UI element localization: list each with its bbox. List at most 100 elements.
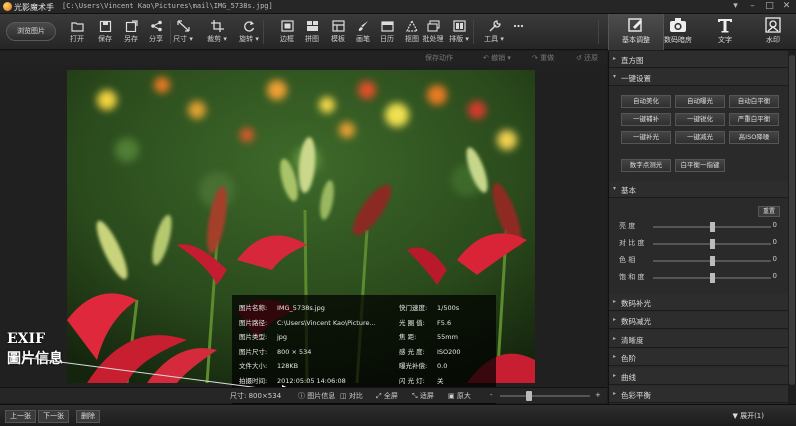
undo-button[interactable]: ↶ 撤销 ▾ <box>483 53 511 63</box>
panel-scrollbar[interactable] <box>788 51 796 404</box>
minimize-icon[interactable]: – <box>747 1 758 12</box>
tab-watermark[interactable]: 水印 <box>745 14 796 50</box>
collage-icon <box>306 21 318 31</box>
section-basic[interactable]: ▾ 基本 <box>609 181 789 198</box>
slider-track[interactable] <box>653 256 771 266</box>
camera-icon <box>670 18 686 32</box>
oneclick-button[interactable]: 自动美化 <box>621 95 671 108</box>
oneclick-button[interactable]: 自动曝光 <box>675 95 725 108</box>
crop-tool-button[interactable]: 裁剪 ▾ <box>204 17 230 47</box>
zoom-in-button[interactable]: + <box>595 391 601 399</box>
browse-images-button[interactable]: 浏览图片 <box>6 22 56 41</box>
adjust-slider-row: 色 相 0 <box>609 253 789 269</box>
window-controls: ▾ – □ ✕ <box>730 1 792 12</box>
title-bar: 光影魔术手 [C:\Users\Vincent Kao\Pictures\mai… <box>0 0 796 14</box>
fit-screen-button[interactable]: ⤡ 适屏 <box>412 391 434 401</box>
layout-tool-button[interactable]: 排版 ▾ <box>446 17 472 47</box>
white-balance-picker-button[interactable]: 白平衡一指键 <box>675 159 725 172</box>
fullscreen-button[interactable]: ⤢ 全屏 <box>376 391 398 401</box>
calendar-icon <box>380 21 394 32</box>
expand-arrow-icon: ▾ <box>613 185 617 192</box>
oneclick-button[interactable]: 一键补光 <box>621 131 671 144</box>
section-collapsed[interactable]: ▸ 数码减光 <box>609 312 789 330</box>
frame-icon <box>280 20 294 32</box>
save-tool-button[interactable]: 保存 <box>92 17 118 47</box>
share-tool-button[interactable]: 分享 <box>143 17 169 47</box>
section-histogram[interactable]: ▸ 直方图 <box>609 51 789 68</box>
collapse-arrow-icon: ▸ <box>613 371 617 379</box>
close-icon[interactable]: ✕ <box>781 1 792 12</box>
resize-tool-button[interactable]: 尺寸 ▾ <box>170 17 196 47</box>
template-tool-button[interactable]: 模板 <box>325 17 351 47</box>
slider-track[interactable] <box>653 273 771 283</box>
slider-knob[interactable] <box>709 256 715 266</box>
image-canvas[interactable]: 图片名称: IMG_5738s.jpg 图片路径: C:\Users\Vincent … <box>0 65 607 426</box>
more-tool-button[interactable] <box>505 17 531 47</box>
zoom-slider[interactable] <box>500 391 590 401</box>
next-image-button[interactable]: 下一张 <box>38 410 69 423</box>
resize-icon <box>176 20 190 32</box>
save-as-tool-button[interactable]: 另存 <box>118 17 144 47</box>
adjust-icon <box>628 18 642 32</box>
slider-knob[interactable] <box>709 222 715 232</box>
save-action-button[interactable]: 保存动作 <box>425 53 453 63</box>
section-collapsed[interactable]: ▸ 色阶 <box>609 349 789 367</box>
frame-tool-button[interactable]: 边框 <box>274 17 300 47</box>
app-name: 光影魔术手 <box>14 3 54 12</box>
scrollbar-thumb[interactable] <box>789 55 795 385</box>
app-logo-icon <box>3 2 12 11</box>
share-icon <box>150 20 162 32</box>
slider-value: 0 <box>772 238 777 246</box>
redo-button[interactable]: ↷ 重做 <box>532 53 554 63</box>
image-info-button[interactable]: ⓘ 图片信息 <box>298 391 335 401</box>
original-size-button[interactable]: ▣ 原大 <box>448 391 471 401</box>
slider-track[interactable] <box>653 222 771 232</box>
oneclick-button[interactable]: 严重白平衡 <box>729 113 779 126</box>
delete-button[interactable]: 删除 <box>76 410 100 423</box>
slider-value: 0 <box>772 221 777 229</box>
adjust-slider-row: 对 比 度 0 <box>609 236 789 252</box>
zoom-slider-knob[interactable] <box>526 391 532 401</box>
crop-icon <box>210 20 224 32</box>
watermark-icon <box>765 17 781 33</box>
tools-icon <box>489 20 501 32</box>
adjust-slider-row: 饱 和 度 0 <box>609 270 789 286</box>
zoom-out-button[interactable]: - <box>490 391 493 399</box>
maximize-icon[interactable]: □ <box>764 1 775 12</box>
section-collapsed[interactable]: ▸ 曲线 <box>609 367 789 385</box>
adjust-slider-row: 亮 度 0 <box>609 219 789 235</box>
section-collapsed[interactable]: ▸ 色彩平衡 <box>609 386 789 403</box>
slider-track[interactable] <box>653 239 771 249</box>
open-tool-button[interactable]: 打开 <box>64 17 90 47</box>
section-collapsed[interactable]: ▸ 清晰度 <box>609 330 789 348</box>
expand-thumbnails-button[interactable]: ▼ 展开(1) <box>732 411 764 421</box>
oneclick-button[interactable]: 一键補补 <box>621 113 671 126</box>
slider-knob[interactable] <box>709 273 715 283</box>
previous-image-button[interactable]: 上一张 <box>5 410 36 423</box>
oneclick-button[interactable]: 自动白平衡 <box>729 95 779 108</box>
slider-value: 0 <box>772 272 777 280</box>
section-oneclick[interactable]: ▾ 一键设置 <box>609 69 789 86</box>
slider-knob[interactable] <box>709 239 715 249</box>
collage-tool-button[interactable]: 拼图 <box>299 17 325 47</box>
skin-icon[interactable]: ▾ <box>730 1 741 12</box>
compare-button[interactable]: ◫ 对比 <box>340 391 363 401</box>
digital-spot-metering-button[interactable]: 数字点测光 <box>621 159 671 172</box>
batch-tool-button[interactable]: 批处理 <box>420 17 446 47</box>
template-icon <box>331 20 345 32</box>
restore-button[interactable]: ↺ 还原 <box>576 53 598 63</box>
reset-button[interactable]: 重置 <box>758 206 780 217</box>
collapse-arrow-icon: ▸ <box>613 298 617 305</box>
calendar-tool-button[interactable]: 日历 <box>374 17 400 47</box>
rotate-tool-button[interactable]: 旋转 ▾ <box>236 17 262 47</box>
oneclick-button[interactable]: 一键减光 <box>675 131 725 144</box>
oneclick-button[interactable]: 高ISO降噪 <box>729 131 779 144</box>
brush-tool-button[interactable]: 画笔 <box>350 17 376 47</box>
section-collapsed[interactable]: ▸ 数码补光 <box>609 294 789 311</box>
oneclick-button[interactable]: 一键锐化 <box>675 113 725 126</box>
collapse-arrow-icon: ▸ <box>613 316 617 324</box>
text-icon <box>718 19 732 33</box>
toolbar-divider <box>170 20 171 44</box>
tools-tool-button[interactable]: 工具 ▾ <box>481 17 507 47</box>
expand-arrow-icon: ▾ <box>613 73 617 80</box>
